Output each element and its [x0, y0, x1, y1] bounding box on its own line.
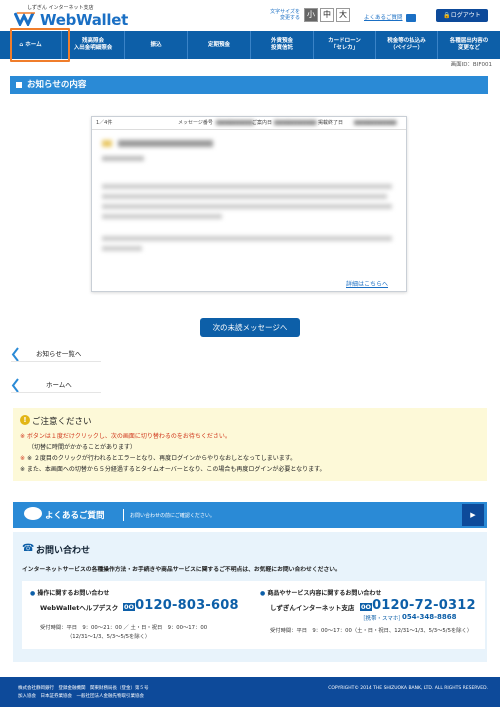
- title-square-icon: [16, 82, 22, 88]
- phone-icon: ☎: [22, 543, 35, 554]
- faq-title: よくあるご質問: [45, 511, 105, 521]
- message-body-blurred: [102, 138, 398, 268]
- footer-line2: 加入協会 日本証券業協会 一般社団法人金融先物取引業協会: [18, 694, 144, 699]
- nav-item-transfer[interactable]: 振込: [125, 31, 188, 59]
- main-nav: ⌂ ホーム 残高照会 入出金明細照会 振込 定期預金 外貨預金 投資信託 カード…: [0, 31, 500, 59]
- detail-link[interactable]: 詳細はこちらへ: [346, 279, 388, 288]
- caution-line: （切替に時間がかかることがあります）: [28, 444, 137, 451]
- nav-item-card-loan[interactable]: カードローン 「セレカ」: [314, 31, 376, 59]
- footer-copyright: COPYRIGHT© 2014 THE SHIZUOKA BANK, LTD. …: [328, 686, 488, 691]
- play-icon: ▶: [470, 511, 476, 519]
- contact-left-hours-note: （12/31〜1/3、5/3〜5/5を除く）: [67, 634, 151, 640]
- contact-right-name: しずぎんインターネット支店: [270, 604, 355, 612]
- logout-button[interactable]: 🔒ログアウト: [436, 9, 488, 22]
- warning-icon: !: [20, 415, 30, 425]
- back-list-label: お知らせ一覧へ: [36, 350, 82, 358]
- caution-title: ご注意ください: [32, 417, 92, 427]
- nav-label: 振込: [150, 41, 162, 48]
- footer: 株式会社静岡銀行 登録金融機関 関東財務局長（登金）第５号 加入協会 日本証券業…: [0, 677, 500, 707]
- contact-right-title: 商品やサービス内容に関するお問い合わせ: [267, 590, 382, 597]
- faq-link[interactable]: よくあるご質問: [364, 13, 403, 21]
- contact-right-hours: 受付時間：平日 9：00〜17：00（土・日・祝日、12/31〜1/3、5/3〜…: [270, 628, 473, 634]
- contact-box-service: ● 商品やサービス内容に関するお問い合わせ しずぎんインターネット支店 0O01…: [252, 581, 485, 649]
- freedial-icon: 0O: [360, 603, 373, 611]
- nav-label: 各種届出内容の 変更など: [449, 38, 489, 51]
- contact-title: お問い合わせ: [36, 546, 91, 556]
- message-count: 1／4件: [96, 120, 113, 126]
- nav-item-foreign-currency[interactable]: 外貨預金 投資信託: [251, 31, 314, 59]
- message-header: 1／4件 メッセージ番号 ■■■■■■■■ ご案内日 ■■■■■■■■■ 掲載終…: [92, 117, 406, 129]
- back-to-list-button[interactable]: お知らせ一覧へ: [11, 347, 101, 362]
- caution-line: ※ ※ ２度目のクリックが行われるとエラーとなり、再度ログインからやりなおしとな…: [20, 455, 297, 462]
- message-end-label: 掲載終了日: [318, 120, 344, 126]
- bullet-icon: ●: [30, 590, 36, 597]
- message-number-label: メッセージ番号: [178, 120, 213, 126]
- message-date-label: ご案内日: [252, 120, 273, 126]
- nav-item-time-deposit[interactable]: 定期預金: [188, 31, 251, 59]
- nav-label: 定期預金: [207, 41, 230, 48]
- lock-icon: 🔒: [443, 12, 451, 19]
- contact-left-name: WebWalletヘルプデスク: [40, 604, 119, 612]
- freedial-icon: 0O: [123, 603, 136, 611]
- contact-left-phone: 0120-803-608: [135, 598, 239, 613]
- font-size-large-button[interactable]: 大: [336, 8, 350, 22]
- home-highlight: [10, 28, 70, 62]
- back-home-label: ホームへ: [46, 381, 72, 389]
- webwallet-logo-icon: [14, 12, 35, 26]
- font-size-medium-button[interactable]: 中: [320, 8, 334, 22]
- help-icon: [406, 14, 416, 22]
- brand-title: WebWallet: [40, 11, 128, 29]
- caution-line: ※ ボタンは１度だけクリックし、次の画面に切り替わるのをお待ちください。: [20, 433, 231, 440]
- contact-right-mobile-label: ［携帯・スマホ］: [360, 616, 404, 622]
- nav-item-tax-payment[interactable]: 税金等の払込み （ペイジー）: [376, 31, 438, 59]
- footer-line1: 株式会社静岡銀行 登録金融機関 関東財務局長（登金）第５号: [18, 686, 149, 691]
- speech-bubble-icon: [24, 507, 42, 520]
- nav-item-settings[interactable]: 各種届出内容の 変更など: [438, 31, 500, 59]
- brand-subtitle: しずぎん インターネット支店: [27, 5, 94, 11]
- faq-subtitle: お問い合わせの前にご確認ください。: [130, 513, 215, 519]
- nav-item-balance[interactable]: 残高照会 入出金明細照会: [62, 31, 125, 59]
- contact-left-title: 操作に関するお問い合わせ: [37, 590, 110, 597]
- bullet-icon: ●: [260, 590, 266, 597]
- logout-label: ログアウト: [450, 12, 481, 19]
- nav-label: 外貨預金 投資信託: [270, 38, 293, 51]
- contact-right-mobile: 054-348-8868: [402, 613, 457, 621]
- faq-arrow-button[interactable]: ▶: [462, 504, 484, 526]
- screen-id: 画面ID：BIF001: [450, 62, 492, 68]
- font-size-small-button[interactable]: 小: [304, 8, 318, 22]
- contact-text: インターネットサービスの各種操作方法・お手続きや商品サービスに関するご不明点は、…: [22, 567, 341, 573]
- contact-box-operation: ● 操作に関するお問い合わせ WebWalletヘルプデスク 0O0120-80…: [22, 581, 255, 649]
- nav-label: 税金等の払込み （ペイジー）: [387, 38, 426, 51]
- nav-label: 残高照会 入出金明細照会: [73, 38, 113, 51]
- page-title: お知らせの内容: [10, 76, 488, 94]
- nav-label: カードローン 「セレカ」: [328, 38, 361, 51]
- contact-right-phone: 0120-72-0312: [372, 598, 476, 613]
- back-to-home-button[interactable]: ホームへ: [11, 378, 101, 393]
- font-size-label: 文字サイズを変更する: [270, 9, 300, 21]
- contact-left-hours: 受付時間：平日 9：00〜21：00 ／ 土・日・祝日 9：00〜17：00: [40, 625, 208, 631]
- next-unread-button[interactable]: 次の未読メッセージへ: [200, 318, 300, 337]
- caution-line: ※ また、本画面への切替から５分経過するとタイムオーバーとなり、この場合も再度ロ…: [20, 466, 326, 473]
